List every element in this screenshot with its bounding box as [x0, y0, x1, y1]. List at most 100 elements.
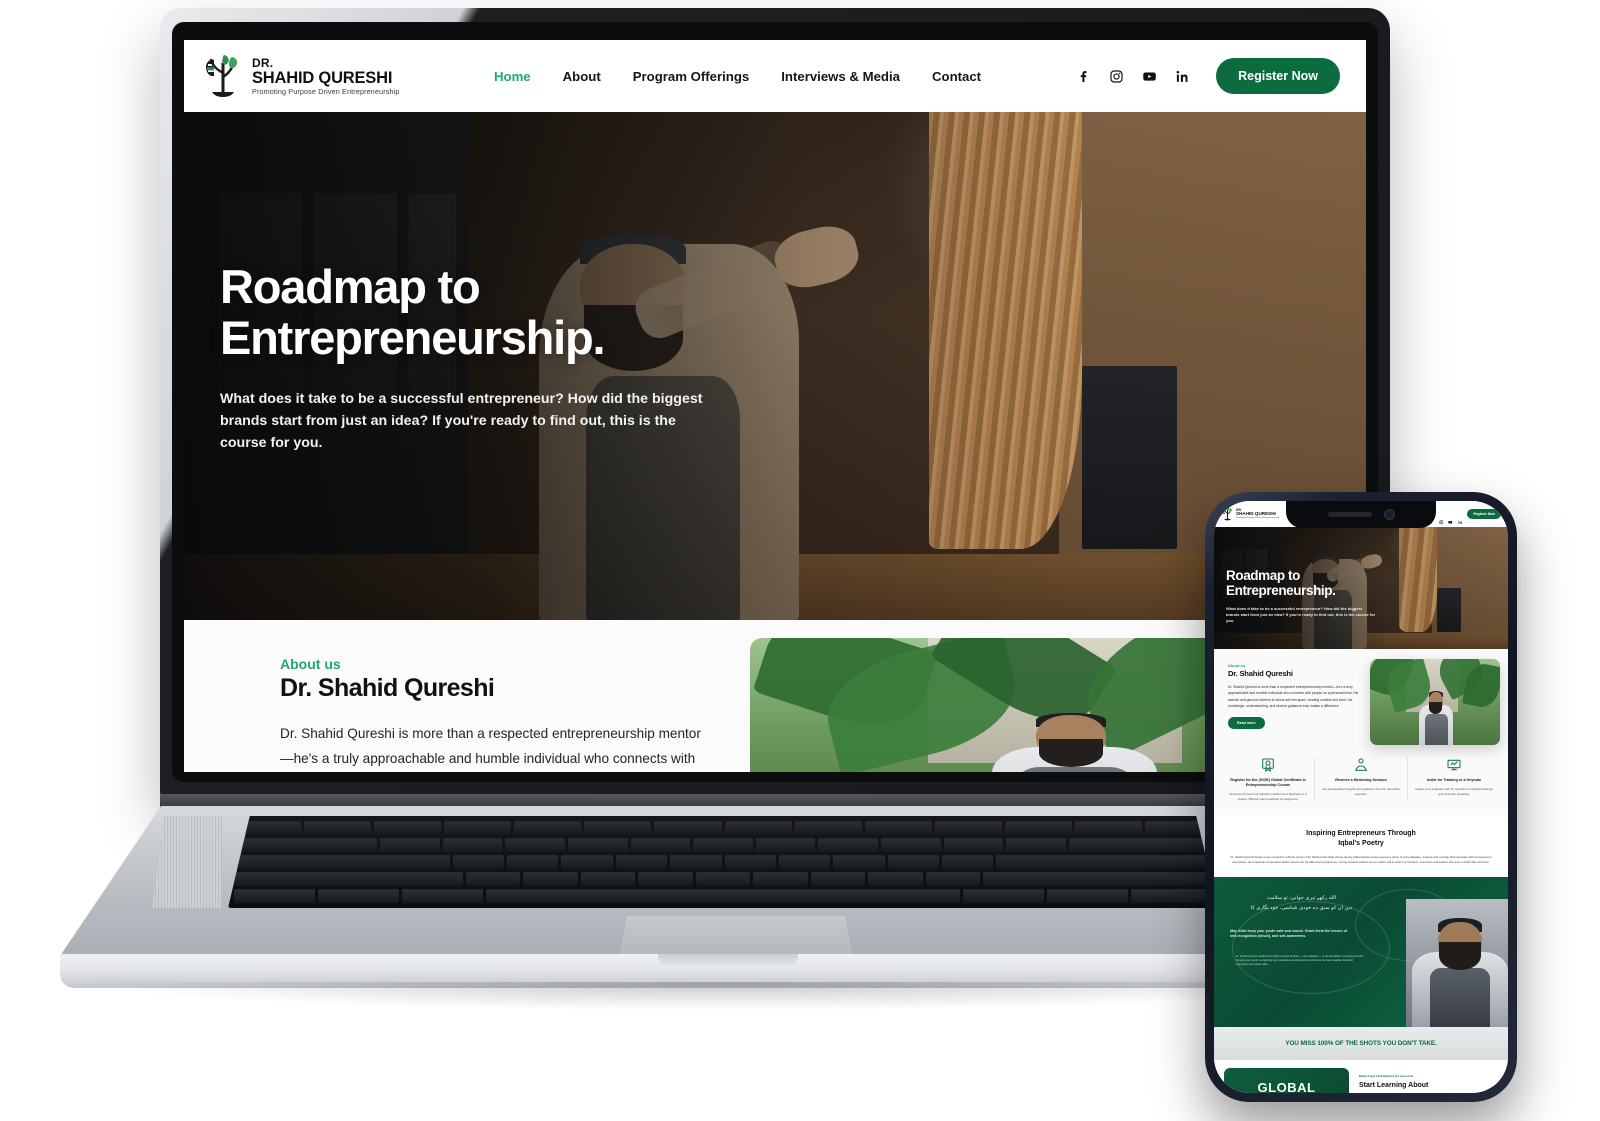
mobile-about-body: Dr. Shahid Qureshi is more than a respec… — [1228, 685, 1359, 708]
iqbal-section-title: Inspiring Entrepreneurs Through Iqbal's … — [1230, 829, 1492, 847]
nav-link-about[interactable]: About — [563, 69, 601, 84]
site-logo[interactable]: DR. SHAHID QURESHI Promoting Purpose Dri… — [202, 53, 452, 99]
mobile-feature-cards: Register for the (GCIE) Global Certifica… — [1214, 745, 1508, 816]
mockup-canvas: DR. SHAHID QURESHI Promoting Purpose Dri… — [0, 0, 1600, 1121]
tree-logo-icon — [202, 53, 244, 99]
hero-title-line-1: Roadmap to — [220, 260, 481, 313]
global-section-text: Batch 3 and 4 Enrollments are open now S… — [1359, 1068, 1498, 1090]
youtube-icon[interactable] — [1448, 512, 1453, 524]
nav-link-program-offerings[interactable]: Program Offerings — [633, 69, 750, 84]
laptop-shadow — [100, 982, 1350, 1010]
facebook-icon[interactable] — [1076, 69, 1091, 84]
mobile-hero-title-line-2: Entrepreneurship. — [1226, 582, 1336, 598]
site-header: DR. SHAHID QURESHI Promoting Purpose Dri… — [184, 40, 1366, 112]
mobile-hero-copy: Roadmap to Entrepreneurship. What does i… — [1226, 568, 1386, 624]
earpiece-speaker-icon — [1327, 512, 1372, 517]
feature-card-title: Invite for Training or a Keynote — [1426, 778, 1482, 783]
about-body: Dr. Shahid Qureshi is more than a respec… — [280, 726, 701, 767]
logo-tagline: Promoting Purpose Driven Entrepreneurshi… — [252, 87, 400, 97]
social-links — [1076, 69, 1190, 84]
about-kicker: About us — [280, 656, 341, 672]
global-certificate-card[interactable]: GLOBAL — [1224, 1067, 1349, 1093]
global-section-kicker: Batch 3 and 4 Enrollments are open now — [1359, 1073, 1413, 1078]
nav-link-contact[interactable]: Contact — [932, 69, 981, 84]
urdu-line-1: الله رکھے تیری جوانی، تو سلامت — [1266, 894, 1337, 901]
green-section-portrait — [1406, 898, 1508, 1027]
register-now-button[interactable]: Register Now — [1216, 58, 1340, 94]
about-title: Dr. Shahid Qureshi — [280, 674, 495, 702]
linkedin-icon[interactable] — [1458, 512, 1463, 525]
green-section-note: Dr. Shahid Qureshi explains that Iqbal's… — [1236, 954, 1364, 967]
iqbal-title-line-2: Iqbal's Poetry — [1338, 839, 1384, 847]
mobile-hero-title: Roadmap to Entrepreneurship. — [1226, 568, 1386, 599]
mobile-hero-title-line-1: Roadmap to — [1226, 568, 1301, 583]
urdu-couplet: الله رکھے تیری جوانی، تو سلامت دین ان کو… — [1234, 893, 1369, 914]
laptop-bezel: DR. SHAHID QURESHI Promoting Purpose Dri… — [172, 22, 1378, 782]
mentoring-icon — [1353, 758, 1369, 777]
global-card-word: GLOBAL — [1257, 1079, 1316, 1093]
feature-card[interactable]: Invite for Training or a Keynote Inspire… — [1407, 757, 1500, 802]
laptop-screen: DR. SHAHID QURESHI Promoting Purpose Dri… — [184, 40, 1366, 772]
feature-card-body: Great tool to launch & transform ideas i… — [1229, 792, 1307, 801]
global-section-title: Start Learning About — [1359, 1081, 1429, 1089]
certificate-icon — [1260, 758, 1276, 777]
mobile-iqbal-section: Inspiring Entrepreneurs Through Iqbal's … — [1214, 815, 1508, 877]
hero-copy: Roadmap to Entrepreneurship. What does i… — [220, 260, 760, 454]
hero-title-line-2: Entrepreneurship. — [220, 310, 606, 364]
linkedin-icon[interactable] — [1175, 69, 1190, 84]
feature-card-body: Inspire your audience with Dr. Qureshi's… — [1415, 787, 1493, 796]
mobile-global-section: GLOBAL Batch 3 and 4 Enrollments are ope… — [1214, 1059, 1508, 1093]
keynote-icon — [1446, 759, 1462, 777]
phone-screen: DR. SHAHID QURESHI Promoting Purpose Dri… — [1214, 501, 1508, 1093]
front-camera-icon — [1383, 509, 1395, 520]
mobile-about-photo-garden-portrait — [1370, 659, 1500, 745]
about-section: About us Dr. Shahid Qureshi Dr. Shahid Q… — [184, 620, 1366, 772]
iqbal-section-body: Dr. Shahid Qureshi brings a rare connect… — [1230, 854, 1492, 864]
feature-card-title: Reserve a Mentoring Session — [1335, 778, 1387, 783]
macbook-mockup: DR. SHAHID QURESHI Promoting Purpose Dri… — [60, 8, 1390, 1018]
mobile-quote-band: YOU MISS 100% OF THE SHOTS YOU DON'T TAK… — [1214, 1026, 1508, 1060]
mobile-register-now-button[interactable]: Register Now — [1467, 509, 1501, 519]
laptop-front-notch — [658, 954, 798, 966]
feature-card[interactable]: Register for the (GCIE) Global Certifica… — [1222, 757, 1314, 801]
hero-title: Roadmap to Entrepreneurship. — [220, 260, 760, 364]
laptop-base — [60, 794, 1390, 1024]
logo-line-1: DR. — [252, 55, 274, 70]
mobile-hero-subtitle: What does it take to be a successful ent… — [1226, 605, 1376, 623]
nav-link-interviews-media[interactable]: Interviews & Media — [781, 69, 900, 84]
feature-card[interactable]: Reserve a Mentoring Session Get personal… — [1314, 757, 1407, 802]
urdu-line-2: دین ان کو سبق دے خودی شناسی، خود نگاری ک… — [1250, 905, 1353, 912]
iqbal-title-line-1: Inspiring Entrepreneurs Through — [1306, 830, 1416, 838]
instagram-icon[interactable] — [1439, 512, 1444, 525]
laptop-keyboard[interactable] — [228, 816, 1218, 908]
mobile-site-logo[interactable]: DR. SHAHID QURESHI Promoting Purpose Dri… — [1221, 507, 1279, 521]
mobile-logo-tagline: Promoting Purpose Driven Entrepreneurshi… — [1236, 516, 1280, 519]
feature-card-title: Register for the (GCIE) Global Certifica… — [1230, 778, 1306, 788]
mobile-header-right: Register Now — [1429, 509, 1501, 525]
logo-wordmark: DR. SHAHID QURESHI Promoting Purpose Dri… — [252, 57, 400, 96]
mobile-hero-section: Roadmap to Entrepreneurship. What does i… — [1214, 527, 1508, 649]
quote-text: YOU MISS 100% OF THE SHOTS YOU DON'T TAK… — [1285, 1039, 1437, 1047]
youtube-icon[interactable] — [1142, 69, 1157, 84]
mobile-green-poetry-section: الله رکھے تیری جوانی، تو سلامت دین ان کو… — [1214, 876, 1508, 1027]
english-translation: May Allah keep your youth safe and sound… — [1230, 928, 1348, 939]
read-more-button[interactable]: Read more — [1228, 717, 1265, 730]
feature-card-body: Get personalised insights and guidance f… — [1322, 787, 1400, 796]
mobile-about-kicker: About us — [1228, 663, 1246, 668]
mobile-about-title: Dr. Shahid Qureshi — [1228, 669, 1293, 678]
tree-logo-icon — [1221, 507, 1234, 521]
about-text-column: About us Dr. Shahid Qureshi Dr. Shahid Q… — [184, 620, 744, 772]
instagram-icon[interactable] — [1109, 69, 1124, 84]
iphone-mockup: DR. SHAHID QURESHI Promoting Purpose Dri… — [1205, 492, 1517, 1102]
primary-nav: Home About Program Offerings Interviews … — [494, 69, 981, 84]
mobile-logo-wordmark: DR. SHAHID QURESHI Promoting Purpose Dri… — [1236, 508, 1280, 520]
nav-link-home[interactable]: Home — [494, 69, 531, 84]
hero-section: Roadmap to Entrepreneurship. What does i… — [184, 112, 1366, 620]
logo-line-2: SHAHID QURESHI — [252, 68, 393, 87]
phone-notch — [1286, 501, 1436, 528]
laptop-trackpad[interactable] — [620, 916, 852, 954]
hero-subtitle: What does it take to be a successful ent… — [220, 390, 703, 451]
mobile-about-section: About us Dr. Shahid Qureshi Dr. Shahid Q… — [1214, 649, 1508, 746]
mobile-about-text-column: About us Dr. Shahid Qureshi Dr. Shahid Q… — [1228, 663, 1378, 730]
header-right: Register Now — [1076, 58, 1340, 94]
